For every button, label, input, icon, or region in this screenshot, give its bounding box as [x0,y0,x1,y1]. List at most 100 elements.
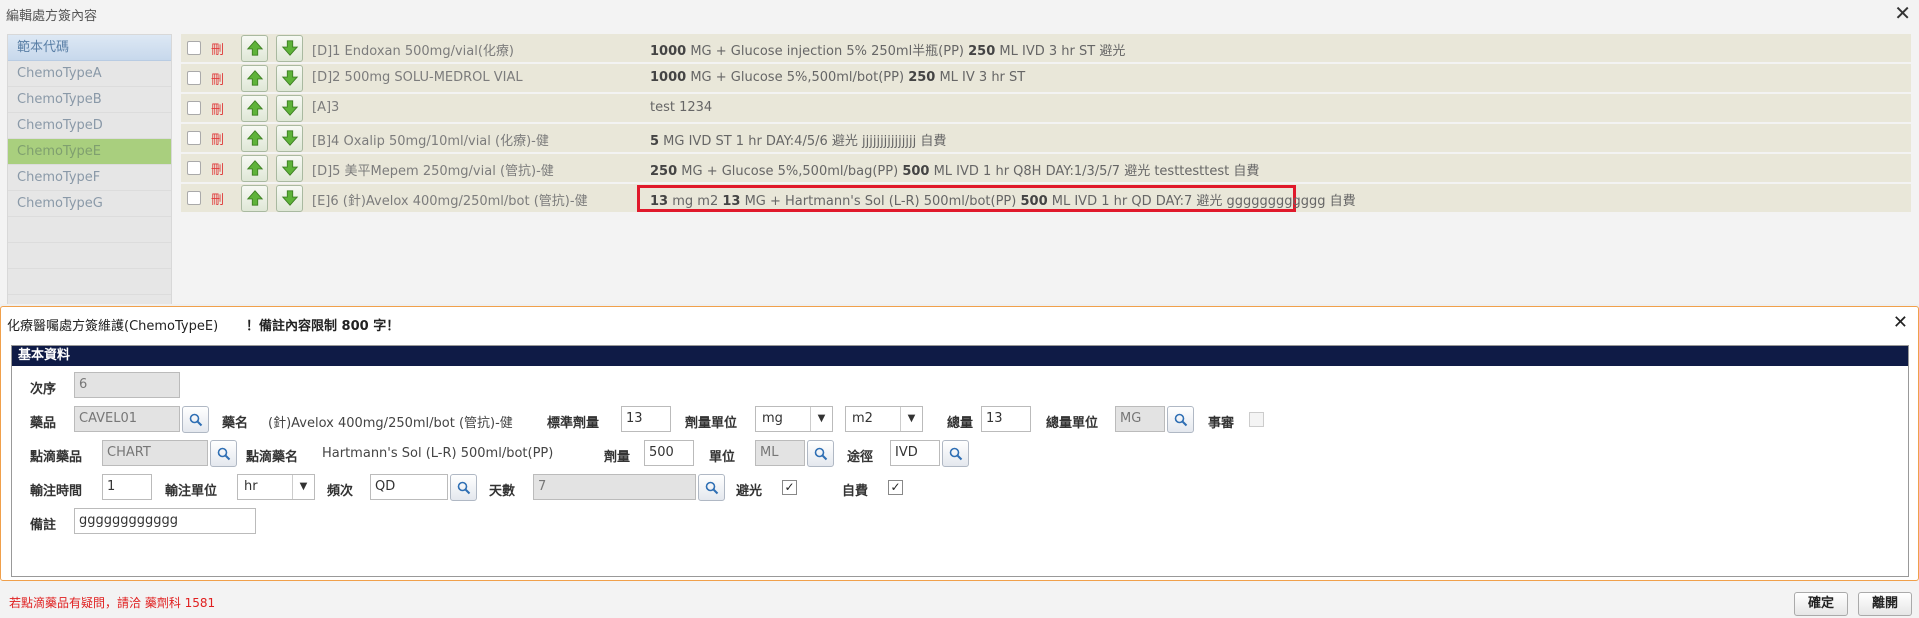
total-input[interactable]: 13 [981,406,1031,432]
row-dose-qty: 5 [650,134,660,149]
search-icon [814,447,827,460]
amount-input[interactable]: 500 [644,440,694,466]
delete-link[interactable]: 刪 [211,189,231,208]
row-dose-detail: MG + Glucose 5%,500ml/bag(PP) [677,164,903,179]
std-dose-input[interactable]: 13 [621,406,671,432]
freq-search-button[interactable] [450,474,477,501]
freq-input[interactable]: QD [370,474,448,500]
delete-link[interactable]: 刪 [211,159,231,178]
row-checkbox[interactable] [187,161,201,175]
panel-title: 化療醫囑處方簽維護(ChemoTypeE) [7,319,219,334]
row-checkbox[interactable] [187,101,201,115]
sidebar-empty-row [8,217,171,243]
row-drug-name: [E]6 (針)Avelox 400mg/250ml/bot (管抗)-健 [312,194,588,209]
search-icon [217,447,230,460]
move-down-button[interactable] [276,154,303,182]
row-checkbox[interactable] [187,41,201,55]
arrow-down-icon [281,100,298,116]
leave-button[interactable]: 離開 [1858,592,1912,616]
row-total-qty: 13 [722,194,741,209]
search-icon [949,447,962,460]
move-up-button[interactable] [241,184,268,212]
chevron-down-icon: ▼ [810,407,832,431]
move-up-button[interactable] [241,94,268,122]
confirm-button[interactable]: 確定 [1794,592,1848,616]
drip-drug-search-button[interactable] [210,440,237,467]
unit-search-button[interactable] [807,440,834,467]
delete-link[interactable]: 刪 [211,39,231,58]
sidebar-item-chemotypee[interactable]: ChemoTypeE [8,139,171,165]
self-pay-checkbox[interactable]: ✓ [888,480,903,495]
days-search-button[interactable] [698,474,725,501]
infuse-unit-select[interactable]: hr ▼ [237,474,315,500]
delete-link[interactable]: 刪 [211,99,231,118]
remark-limit-warning: ！備註內容限制 800 字！ [246,319,400,334]
arrow-down-icon [281,190,298,206]
review-checkbox[interactable] [1249,412,1264,427]
infuse-time-input[interactable]: 1 [102,474,152,500]
move-down-button[interactable] [276,34,303,62]
move-up-button[interactable] [241,154,268,182]
move-down-button[interactable] [276,184,303,212]
unit-label: 單位 [709,450,736,465]
row-dose-detail: MG + Hartmann's Sol (L-R) 500ml/bot(PP) [740,194,1021,209]
prescription-row-selected: 刪 [E]6 (針)Avelox 400mg/250ml/bot (管抗)-健 … [181,184,1911,212]
total-unit-search-button[interactable] [1167,406,1194,433]
row-dose-text: test 1234 [650,100,712,115]
sidebar-item-chemotypef[interactable]: ChemoTypeF [8,165,171,191]
light-checkbox[interactable]: ✓ [782,480,797,495]
row-checkbox[interactable] [187,71,201,85]
arrow-down-icon [281,70,298,86]
row-dose-text: 1000 MG + Glucose injection 5% 250ml半瓶(P… [650,40,1125,59]
delete-link[interactable]: 刪 [211,129,231,148]
delete-link[interactable]: 刪 [211,69,231,88]
row-dose-detail: MG + Glucose injection 5% 250ml半瓶(PP) [686,44,969,59]
route-input[interactable]: IVD [890,440,940,466]
search-icon [705,481,718,494]
sidebar-item-chemotyped[interactable]: ChemoTypeD [8,113,171,139]
infuse-time-label: 輸注時間 [30,484,83,499]
move-down-button[interactable] [276,124,303,152]
section-header: 基本資料 [12,346,1908,366]
row-drip-qty: 500 [1020,194,1048,209]
row-dose-detail: MG IVD ST 1 hr DAY:4/5/6 避光 jjjjjjjjjjjj… [659,134,947,149]
move-up-button[interactable] [241,64,268,92]
move-down-button[interactable] [276,64,303,92]
dialog-title: 編輯處方簽內容 [6,9,98,24]
sidebar-item-chemotypeg[interactable]: ChemoTypeG [8,191,171,217]
move-up-button[interactable] [241,34,268,62]
row-drug-name: [D]5 美平Mepem 250mg/vial (管抗)-健 [312,164,554,179]
sidebar-item-chemotypea[interactable]: ChemoTypeA [8,61,171,87]
drug-code-field[interactable]: CAVEL01 [74,406,180,432]
arrow-down-icon [281,40,298,56]
route-search-button[interactable] [942,440,969,467]
infuse-unit-label: 輸注單位 [165,484,218,499]
total-unit-label: 總量單位 [1046,416,1099,431]
row-dose-text: 13 mg m2 13 MG + Hartmann's Sol (L-R) 50… [650,190,1356,209]
remark-input[interactable]: gggggggggggg [74,508,256,534]
drip-name-label: 點滴藥名 [246,450,299,465]
row-drip-qty: 250 [908,70,936,85]
row-checkbox[interactable] [187,131,201,145]
drug-search-button[interactable] [182,406,209,433]
drip-drug-label: 點滴藥品 [30,450,83,465]
row-dose-text: 1000 MG + Glucose 5%,500ml/bot(PP) 250 M… [650,70,1025,85]
sidebar-item-chemotypeb[interactable]: ChemoTypeB [8,87,171,113]
remark-label: 備註 [30,518,57,533]
arrow-up-icon [246,100,263,116]
search-icon [457,481,470,494]
row-checkbox[interactable] [187,191,201,205]
total-label: 總量 [947,416,974,431]
close-icon[interactable]: ✕ [1894,3,1911,23]
drip-drug-field[interactable]: CHART [102,440,208,466]
unit-field: ML [755,440,805,466]
days-label: 天數 [489,484,516,499]
move-up-button[interactable] [241,124,268,152]
row-drip-detail: ML IV 3 hr ST [935,70,1026,85]
dose-unit2-select[interactable]: m2 ▼ [845,406,923,432]
arrow-down-icon [281,160,298,176]
move-down-button[interactable] [276,94,303,122]
close-icon[interactable]: ✕ [1893,312,1908,333]
arrow-up-icon [246,160,263,176]
dose-unit-select[interactable]: mg ▼ [755,406,833,432]
